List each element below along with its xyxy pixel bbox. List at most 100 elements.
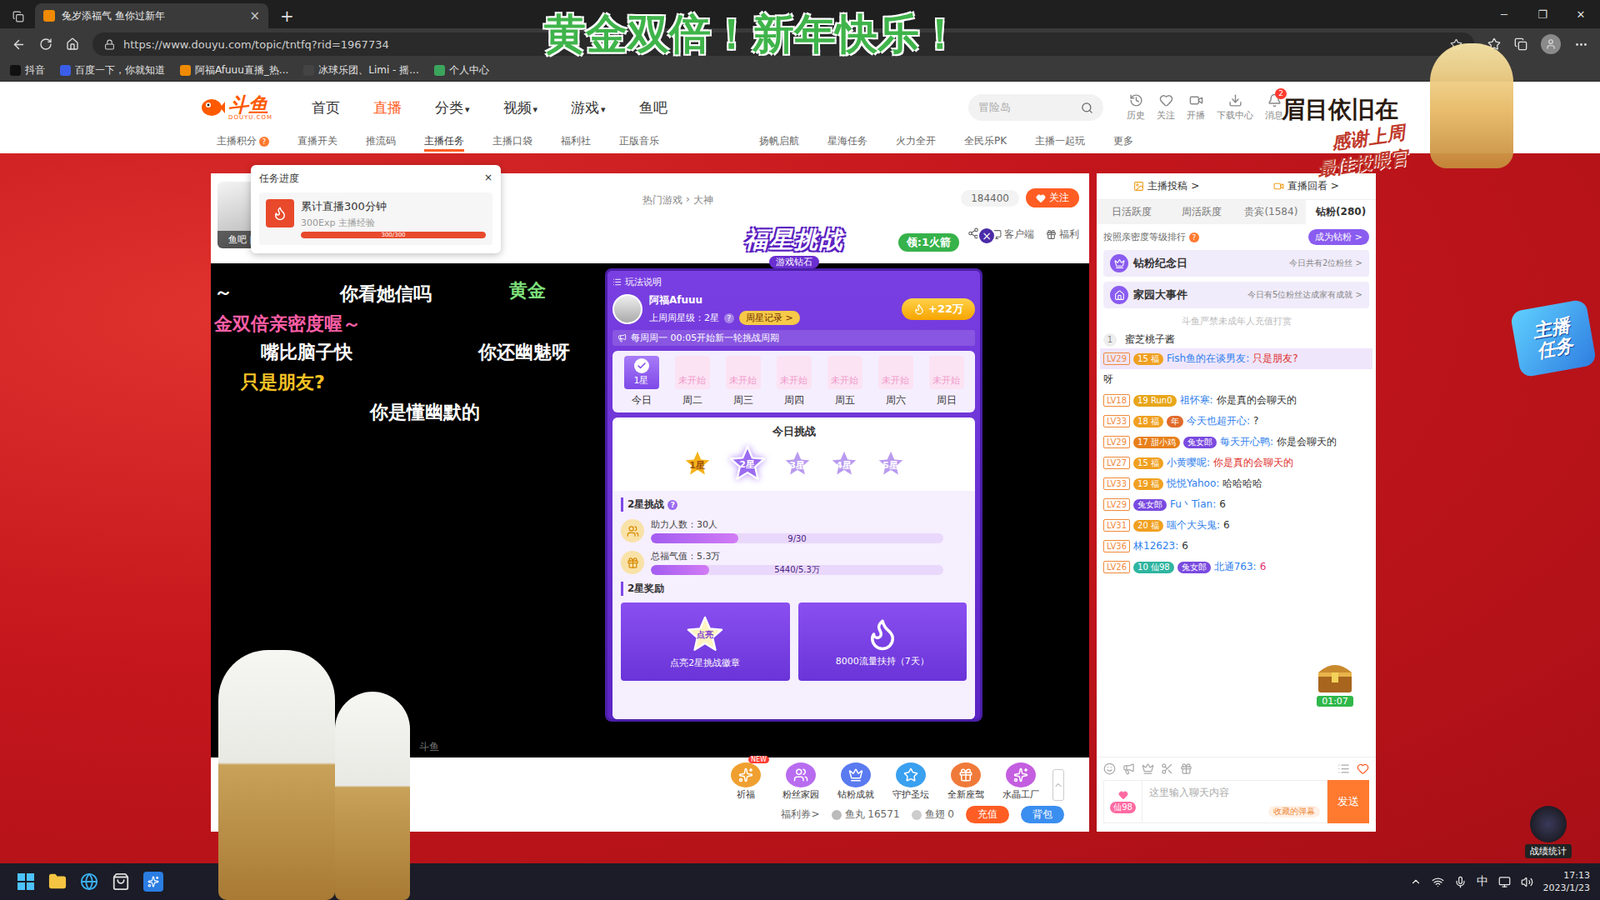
nav-item[interactable]: 鱼吧 (639, 98, 668, 118)
sub-nav-item[interactable]: 星海任务 (827, 133, 868, 152)
feature-button[interactable]: 祈福NEW (722, 762, 770, 801)
gift-icon[interactable] (1180, 762, 1193, 775)
rules-link[interactable]: 玩法说明 (612, 275, 975, 289)
home-icon[interactable] (65, 37, 80, 51)
nav-item[interactable]: 首页 (311, 98, 340, 118)
stats-button[interactable]: 战绩统计 (1518, 800, 1579, 859)
star-level[interactable]: 2星 (728, 444, 767, 483)
window-control-button[interactable]: ✕ (1561, 0, 1600, 29)
help-button[interactable]: ? (1189, 232, 1200, 243)
treasure-chest-icon[interactable] (1315, 657, 1355, 695)
settings-icon[interactable] (1337, 762, 1350, 775)
task-close-button[interactable]: × (484, 171, 493, 186)
tray-overflow-icon[interactable] (1410, 875, 1422, 888)
rank-tab[interactable]: 钻粉(280) (1305, 200, 1376, 225)
nav-item[interactable]: 游戏▾ (570, 98, 606, 118)
user-name[interactable]: Fu丶Tian: (1170, 498, 1216, 510)
collapse-button[interactable] (1052, 769, 1065, 801)
back-icon[interactable] (11, 37, 26, 52)
bookmark[interactable]: 个人中心 (434, 63, 490, 78)
edge-icon[interactable] (80, 872, 99, 891)
anchor-task-sticker[interactable]: 主播任务 (1510, 299, 1597, 379)
feature-button[interactable]: 守护圣坛 (887, 762, 935, 801)
fan-badge-selector[interactable]: 仙98 (1103, 780, 1142, 824)
profile-button[interactable] (1540, 34, 1561, 55)
reward-pill[interactable]: 领:1火箭 (898, 233, 960, 252)
feature-button[interactable]: 全新座驾 (942, 762, 990, 801)
search-field[interactable]: 冒险岛 (968, 94, 1104, 121)
sub-nav-item[interactable]: 更多 (1113, 133, 1134, 152)
sub-nav-item[interactable]: 主播口袋 (492, 133, 533, 152)
info-card[interactable]: 家园大事件今日有5位粉丝达成家有成就 > (1103, 281, 1370, 309)
star-level[interactable]: 5星 (875, 447, 907, 480)
like-icon[interactable] (1356, 762, 1370, 775)
file-explorer-icon[interactable] (48, 872, 67, 891)
coupon-link[interactable]: 福利券> (780, 807, 820, 822)
windows-logo-icon[interactable] (16, 872, 35, 891)
search-icon[interactable] (1080, 101, 1094, 115)
feature-button[interactable]: 粉丝家园 (777, 762, 825, 801)
heat-button[interactable]: +22万 (901, 298, 975, 320)
star-level[interactable]: 3星 (781, 447, 814, 480)
modal-close-button[interactable]: × (977, 226, 996, 245)
bookmark[interactable]: 阿福Afuuu直播_热... (180, 63, 289, 78)
nav-item[interactable]: 视频▾ (503, 98, 539, 118)
send-button[interactable]: 发送 (1327, 780, 1370, 824)
broadcast-icon[interactable] (1122, 762, 1135, 775)
user-name[interactable]: Fish鱼的在谈男友: (1166, 352, 1250, 365)
bookmark[interactable]: 抖音 (10, 63, 45, 78)
recharge-button[interactable]: 充值 (965, 805, 1010, 824)
user-name[interactable]: 小黄嘤呢: (1166, 456, 1210, 469)
emoji-icon[interactable] (1103, 762, 1116, 775)
sub-nav-item[interactable]: 主播任务 (424, 133, 465, 152)
player-tool[interactable]: 客户端 (990, 227, 1035, 242)
header-action[interactable]: 历史 (1126, 93, 1145, 122)
header-action[interactable]: 开播 (1186, 93, 1205, 122)
user-name[interactable]: 每天开心鸭: (1220, 435, 1274, 448)
header-action[interactable]: 关注 (1156, 93, 1175, 122)
sub-nav-item[interactable]: 全民乐PK (964, 133, 1007, 152)
more-icon[interactable] (1574, 37, 1589, 52)
clock[interactable]: 17:132023/1/23 (1543, 869, 1590, 895)
player-tool[interactable]: 福利 (1045, 227, 1080, 242)
header-action[interactable]: 下载中心 (1216, 93, 1254, 122)
star-level[interactable]: 4星 (828, 447, 860, 480)
rank-tab[interactable]: 周活跃度 (1166, 200, 1237, 225)
nav-item[interactable]: 分类▾ (435, 98, 470, 118)
rank-tab[interactable]: 日活跃度 (1096, 200, 1167, 225)
window-control-button[interactable]: ─ (1485, 0, 1524, 29)
clip-icon[interactable] (1160, 762, 1174, 775)
sub-nav-item[interactable]: 扬帆启航 (759, 133, 800, 152)
user-name[interactable]: 祖怀寒: (1180, 394, 1214, 406)
window-control-button[interactable]: ❐ (1523, 0, 1562, 29)
feature-button[interactable]: 水晶工厂 (997, 762, 1045, 801)
star-level[interactable]: 1星 (681, 447, 714, 480)
info-card[interactable]: 钻粉纪念日今日共有2位粉丝 > (1103, 250, 1370, 277)
noble-icon[interactable] (1141, 762, 1155, 775)
store-icon[interactable] (111, 872, 130, 891)
rank-tab[interactable]: 贵宾(1584) (1236, 200, 1307, 225)
refresh-icon[interactable] (39, 37, 53, 51)
feature-button[interactable]: 钻粉成就 (832, 762, 880, 801)
sub-nav-item[interactable]: 主播积分? (216, 133, 270, 152)
help-button[interactable]: ? (724, 313, 735, 324)
header-action[interactable]: 消息2 (1265, 93, 1284, 122)
record-button[interactable]: 周星记录 > (739, 310, 800, 325)
bag-button[interactable]: 背包 (1020, 805, 1065, 824)
douyu-logo[interactable]: 斗鱼DOUYU.COM (200, 95, 292, 121)
user-name[interactable]: 北通763: (1214, 560, 1257, 573)
sub-nav-item[interactable]: 火力全开 (895, 133, 936, 152)
sub-nav-item[interactable]: 正版音乐 (619, 133, 660, 152)
tab-actions-button[interactable] (6, 5, 30, 29)
collections-icon[interactable] (1514, 37, 1528, 51)
become-fan-button[interactable]: 成为钻粉 > (1308, 229, 1370, 245)
chat-top-tab[interactable]: 主播投稿 > (1133, 179, 1200, 194)
volume-icon[interactable] (1520, 875, 1534, 889)
nav-item[interactable]: 直播 (373, 98, 402, 118)
sub-nav-item[interactable]: 福利社 (560, 133, 591, 152)
user-name[interactable]: 嗤个大头鬼: (1166, 519, 1220, 531)
bookmark[interactable]: 冰球乐团、Limi - 摇... (303, 63, 419, 78)
user-name[interactable]: 林12623: (1133, 540, 1179, 552)
user-name[interactable]: 悦悦Yahoo: (1166, 477, 1220, 490)
app-icon[interactable] (143, 871, 164, 892)
